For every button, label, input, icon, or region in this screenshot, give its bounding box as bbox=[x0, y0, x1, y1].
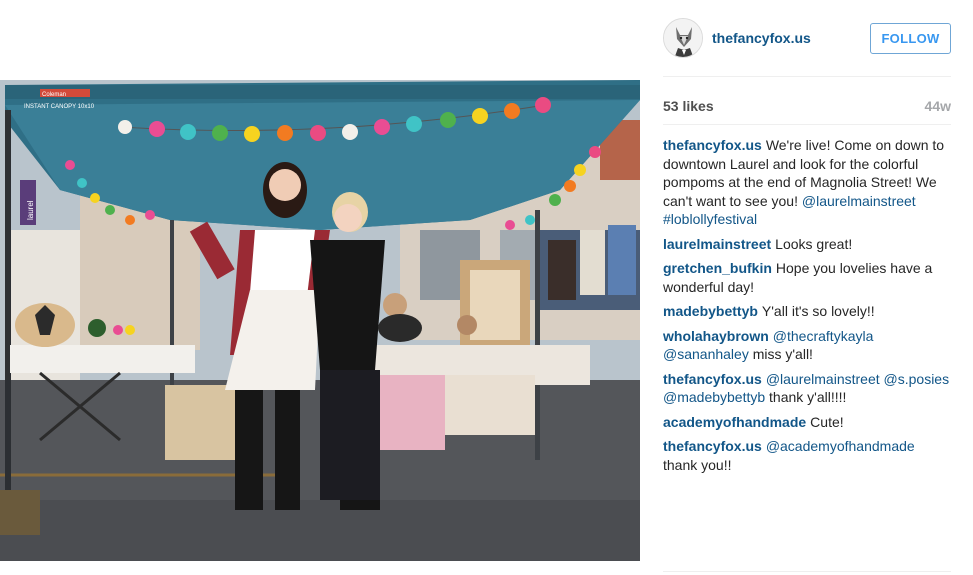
mention-link[interactable]: @sananhaley bbox=[663, 346, 749, 362]
comment-item: academyofhandmade Cute! bbox=[663, 413, 951, 432]
hashtag-link[interactable]: #loblollyfestival bbox=[663, 211, 757, 227]
post-header: thefancyfox.us FOLLOW bbox=[663, 16, 951, 62]
banner-text: laurel bbox=[26, 200, 35, 220]
follow-button[interactable]: FOLLOW bbox=[870, 23, 951, 54]
canopy-brand-text: Coleman bbox=[42, 92, 66, 98]
comment-item: laurelmainstreet Looks great! bbox=[663, 235, 951, 254]
comment-item: wholahaybrown @thecraftykayla @sananhaley… bbox=[663, 327, 951, 364]
comment-text: miss y'all! bbox=[748, 346, 813, 362]
likes-row: 53 likes 44w bbox=[663, 98, 951, 114]
comment-text: Y'all it's so lovely!! bbox=[761, 303, 875, 319]
fox-portrait-icon bbox=[664, 19, 702, 57]
comment-item: thefancyfox.us @academyofhandmade thank y… bbox=[663, 437, 951, 474]
comment-author-link[interactable]: madebybettyb bbox=[663, 303, 758, 319]
post-photo[interactable]: Coleman INSTANT CANOPY 10x10 laurel bbox=[0, 80, 640, 561]
comment-author-link[interactable]: gretchen_bufkin bbox=[663, 260, 772, 276]
mention-link[interactable]: @laurelmainstreet bbox=[802, 193, 916, 209]
comment-author-link[interactable]: thefancyfox.us bbox=[663, 371, 762, 387]
comment-text: Looks great! bbox=[775, 235, 853, 252]
comment-author-link[interactable]: thefancyfox.us bbox=[663, 137, 762, 153]
comment-author-link[interactable]: wholahaybrown bbox=[663, 328, 769, 344]
comment-item: madebybettyb Y'all it's so lovely!! bbox=[663, 302, 951, 321]
mention-link[interactable]: @thecraftykayla bbox=[773, 328, 874, 344]
avatar[interactable] bbox=[663, 18, 703, 58]
comment-item: gretchen_bufkin Hope you lovelies have a … bbox=[663, 259, 951, 296]
post-time[interactable]: 44w bbox=[925, 98, 951, 114]
header-divider bbox=[663, 76, 951, 77]
canopy-model-text: INSTANT CANOPY 10x10 bbox=[24, 104, 95, 110]
comment-author-link[interactable]: academyofhandmade bbox=[663, 414, 806, 430]
comment-text: Cute! bbox=[810, 413, 844, 430]
comment-author-link[interactable]: laurelmainstreet bbox=[663, 236, 771, 252]
comment-item: thefancyfox.us We're live! Come on down t… bbox=[663, 136, 951, 229]
likes-divider bbox=[663, 124, 951, 125]
mention-link[interactable]: @s.posies bbox=[884, 371, 950, 387]
comment-text: thank you!! bbox=[663, 456, 732, 473]
username-link[interactable]: thefancyfox.us bbox=[712, 30, 811, 46]
comments-divider bbox=[663, 571, 951, 572]
mention-link[interactable]: @laurelmainstreet bbox=[766, 371, 880, 387]
market-booth-photo: Coleman INSTANT CANOPY 10x10 laurel bbox=[0, 80, 640, 561]
mention-link[interactable]: @madebybettyb bbox=[663, 389, 765, 405]
post-side-panel: thefancyfox.us FOLLOW 53 likes 44w thefa… bbox=[663, 0, 951, 575]
comment-item: thefancyfox.us @laurelmainstreet @s.posie… bbox=[663, 370, 951, 407]
comments-list: thefancyfox.us We're live! Come on down t… bbox=[663, 136, 951, 480]
likes-count[interactable]: 53 likes bbox=[663, 98, 714, 114]
comment-author-link[interactable]: thefancyfox.us bbox=[663, 438, 762, 454]
mention-link[interactable]: @academyofhandmade bbox=[766, 438, 915, 454]
comment-text: thank y'all!!!! bbox=[765, 389, 847, 405]
